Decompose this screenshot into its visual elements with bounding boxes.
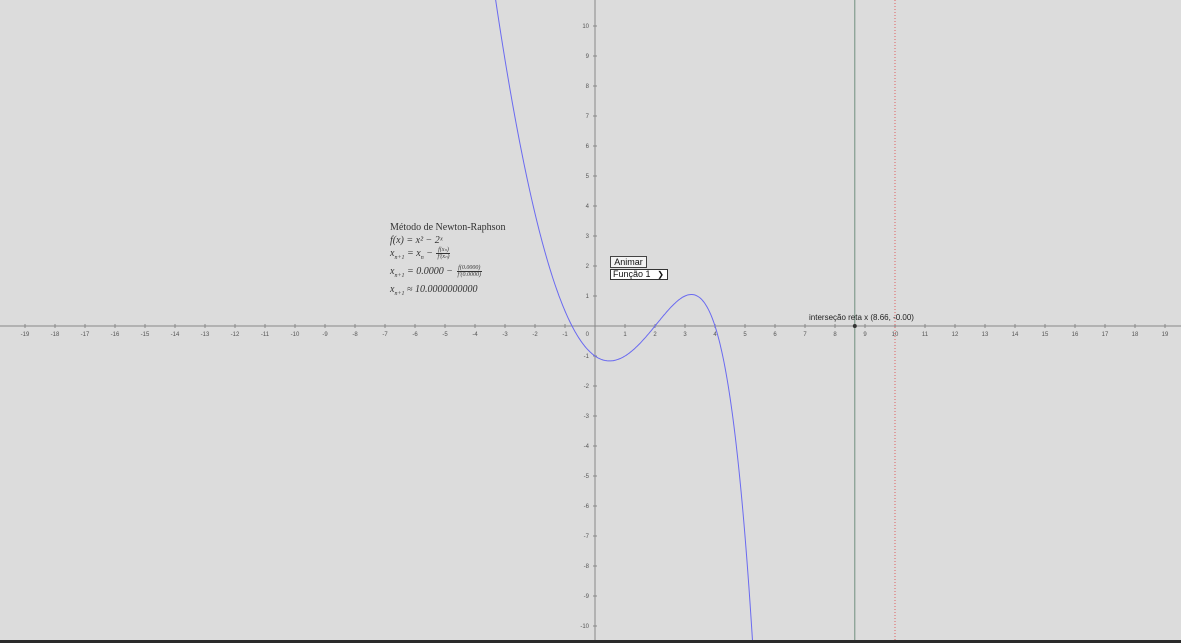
x-tick-label: 15 (1042, 332, 1049, 338)
x-tick-label: -15 (141, 332, 150, 338)
x-tick-label: -12 (231, 332, 240, 338)
x-tick-label: 2 (653, 332, 657, 338)
y-tick-label: -6 (584, 504, 590, 510)
x-tick-label: 10 (892, 332, 899, 338)
x-tick-label: -11 (261, 332, 270, 338)
x-tick-label: -19 (21, 332, 30, 338)
y-tick-label: -1 (584, 354, 590, 360)
intersection-point[interactable] (852, 324, 857, 328)
x-tick-label: -1 (562, 332, 568, 338)
x-tick-label: 9 (863, 332, 867, 338)
panel-title: Método de Newton-Raphson (390, 222, 506, 233)
y-tick-label: -4 (584, 444, 590, 450)
y-tick-label: 1 (586, 294, 590, 300)
iteration-step: xn+1 = 0.0000 − f(0.0000) f′(0.0000) (390, 265, 482, 279)
y-tick-label: -8 (584, 564, 590, 570)
x-tick-label: -14 (171, 332, 180, 338)
x-tick-label: 18 (1132, 332, 1139, 338)
x-tick-label: 16 (1072, 332, 1079, 338)
y-tick-label: 4 (586, 204, 590, 210)
y-tick-label: 7 (586, 114, 590, 120)
x-tick-label: -18 (51, 332, 60, 338)
y-tick-label: 3 (586, 234, 590, 240)
y-tick-label: 10 (582, 24, 589, 30)
function-definition: f(x) = x² − 2ˣ (390, 235, 443, 246)
x-tick-label: -10 (291, 332, 300, 338)
x-tick-label: 3 (683, 332, 687, 338)
x-tick-label: -4 (472, 332, 478, 338)
x-tick-label: 17 (1102, 332, 1109, 338)
function-curve[interactable] (493, 0, 754, 643)
x-tick-label: -16 (111, 332, 120, 338)
x-tick-label: -8 (352, 332, 358, 338)
y-tick-label: -3 (584, 414, 590, 420)
function-select[interactable]: Função 1 ❯ (610, 269, 668, 280)
graph-canvas[interactable]: -19 -18 -17 -16 -15 -14 -13 -12 -11 -10 -9 -8 -7 -6 -5… (0, 0, 1181, 643)
x-tick-label: 11 (922, 332, 929, 338)
iteration-approx: xn+1 ≈ 10.0000000000 (390, 284, 478, 297)
x-tick-label: 14 (1012, 332, 1019, 338)
x-tick-label: -3 (502, 332, 508, 338)
newton-raphson-panel: Método de Newton-Raphson f(x) = x² − 2ˣ … (390, 221, 506, 301)
x-tick-label: -5 (442, 332, 448, 338)
x-tick-label: -13 (201, 332, 210, 338)
x-tick-label: 7 (803, 332, 807, 338)
y-tick-label: -9 (584, 594, 590, 600)
y-tick-label: 6 (586, 144, 590, 150)
x-tick-label: -17 (81, 332, 90, 338)
x-tick-label: 19 (1162, 332, 1169, 338)
x-tick-label: -7 (382, 332, 388, 338)
x-tick-label: 8 (833, 332, 837, 338)
animate-button[interactable]: Animar (610, 256, 647, 268)
function-select-value: Função 1 (613, 269, 651, 279)
y-tick-label: 2 (586, 264, 590, 270)
y-tick-label: -5 (584, 474, 590, 480)
y-tick-label: 9 (586, 54, 590, 60)
x-tick-label: 5 (743, 332, 747, 338)
y-tick-label: 5 (586, 174, 590, 180)
x-tick-label: -2 (532, 332, 538, 338)
iteration-formula: xn+1 = xn − f(xₙ) f′(xₙ) (390, 247, 451, 261)
x-tick-label: 6 (773, 332, 777, 338)
y-tick-label: 8 (586, 84, 590, 90)
x-tick-label: 13 (982, 332, 989, 338)
x-tick-label: 1 (623, 332, 627, 338)
intersection-label: interseção reta x (8.66, -0.00) (809, 313, 914, 322)
x-tick-label: 12 (952, 332, 959, 338)
origin-label: 0 (586, 332, 590, 338)
y-tick-label: -7 (584, 534, 590, 540)
chevron-down-icon: ❯ (657, 270, 664, 279)
y-tick-label: -2 (584, 384, 590, 390)
x-tick-label: -6 (412, 332, 418, 338)
y-tick-label: -10 (580, 624, 589, 630)
x-tick-label: -9 (322, 332, 328, 338)
